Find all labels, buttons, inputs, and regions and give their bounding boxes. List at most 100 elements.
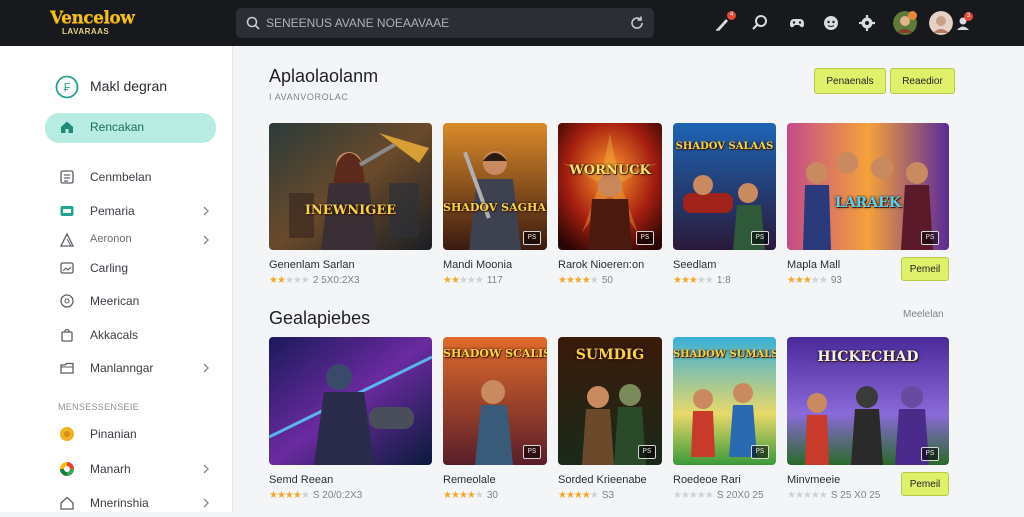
game-rating: ★★★★★ 2 5X0:2X3 — [269, 275, 360, 286]
game-rating: ★★★★★ 1:8 — [673, 275, 731, 286]
game-thumbnail[interactable]: SUMDIG PS — [558, 337, 662, 465]
sidebar-item-rencakan[interactable]: Rencakan — [45, 113, 216, 143]
sidebar-item-label: Pinanian — [90, 427, 137, 441]
coin-icon — [60, 427, 74, 441]
rating-stars: ★★★★★ — [558, 490, 599, 501]
review-count: S 25 X0 25 — [830, 490, 881, 501]
rating-stars: ★★★★★ — [443, 275, 484, 286]
game-title: Seedlam — [673, 259, 717, 271]
platform-badge: PS — [921, 447, 939, 461]
sidebar-item-label: Pemaria — [90, 204, 135, 218]
app-logo[interactable]: Vencelow LAVARAAS — [50, 8, 136, 38]
user-status-badge — [908, 11, 917, 20]
game-rating: ★★★★★ 50 — [558, 275, 613, 286]
game-title: Remeolale — [443, 474, 496, 486]
game-thumbnail-title: HICKECHAD — [817, 349, 919, 365]
folder-icon — [60, 362, 74, 374]
sidebar-item-pemaria[interactable]: Pemaria — [45, 197, 225, 225]
sidebar-item-label: Meerican — [90, 294, 140, 308]
game-thumbnail[interactable]: HICKECHAD PS — [787, 337, 949, 465]
logo-subtext: LAVARAAS — [62, 27, 110, 36]
triangle-icon — [59, 232, 75, 247]
bag-icon — [61, 328, 73, 342]
rating-stars: ★★★★★ — [673, 275, 714, 286]
logo-text: Vencelow — [50, 8, 135, 28]
sidebar-heading-label: Makl degran — [90, 78, 168, 94]
game-thumbnail[interactable]: WORNUCK PS — [558, 123, 662, 250]
sidebar: ₣ Makl degran Rencakan Cenmbelan Pemaria… — [0, 46, 233, 512]
section-title: Gealapiebes — [269, 308, 371, 328]
rating-stars: ★★★★★ — [443, 490, 484, 501]
sidebar-item-label: Cenmbelan — [90, 170, 152, 184]
review-count: 93 — [830, 275, 842, 286]
sidebar-item-akkacals[interactable]: Akkacals — [45, 321, 225, 349]
game-thumbnail-title: LARAEK — [834, 195, 902, 211]
search-bar[interactable] — [236, 8, 654, 38]
sidebar-item-manarh[interactable]: Manarh — [45, 455, 225, 483]
platform-badge: PS — [523, 231, 541, 245]
review-count: 30 — [486, 490, 498, 501]
controller-icon[interactable] — [787, 13, 807, 33]
game-thumbnail[interactable]: SHADOV SALAAS PS — [673, 123, 776, 250]
emoji-icon[interactable] — [821, 13, 841, 33]
game-title: Semd Reean — [269, 474, 334, 486]
sidebar-item-label: Manlanngar — [90, 361, 154, 375]
game-rating: ★★★★★ S 25 X0 25 — [787, 490, 880, 501]
game-title: Mapla Mall — [787, 259, 841, 271]
sidebar-item-cenmbelan[interactable]: Cenmbelan — [45, 163, 225, 191]
review-count: 2 5X0:2X3 — [312, 275, 360, 286]
game-rating: ★★★★★ 93 — [787, 275, 842, 286]
notification-badge: 4 — [727, 11, 736, 20]
dollar-circle-icon: ₣ — [55, 75, 79, 99]
game-thumbnail[interactable]: INEWNIGEE — [269, 123, 432, 250]
search-icon — [246, 16, 260, 30]
top-bar: Vencelow LAVARAAS 4 3 — [0, 0, 1024, 46]
game-rating: ★★★★★ 30 — [443, 490, 498, 501]
magnifier-icon[interactable] — [750, 13, 770, 33]
refresh-icon[interactable] — [629, 15, 645, 31]
filter-button[interactable]: Penaenals — [814, 68, 886, 94]
settings-icon[interactable] — [857, 13, 877, 33]
game-thumbnail[interactable]: SHADOV SAGHAES PS — [443, 123, 547, 250]
game-title: Roedeoe Rari — [673, 474, 741, 486]
play-button[interactable]: Pemeil — [901, 472, 949, 496]
sidebar-item-pinanian[interactable]: Pinanian — [45, 420, 225, 448]
game-title: Genenlam Sarlan — [269, 259, 355, 271]
game-thumbnail-title: SHADOW SUMALS — [673, 349, 776, 360]
sidebar-item-aeronon[interactable]: Aeronon — [45, 226, 225, 254]
game-thumbnail[interactable] — [269, 337, 432, 465]
game-thumbnail-title: WORNUCK — [569, 163, 651, 178]
rating-stars: ★★★★★ — [787, 490, 828, 501]
game-thumbnail-title: SUMDIG — [575, 347, 645, 363]
sidebar-item-carling[interactable]: Carling — [45, 254, 225, 282]
review-count: S3 — [601, 490, 615, 501]
sidebar-item-label: Manarh — [90, 462, 131, 476]
platform-badge: PS — [921, 231, 939, 245]
sidebar-item-mnerinshia[interactable]: Mnerinshia — [45, 489, 225, 517]
gamepad-icon — [60, 206, 74, 216]
game-thumbnail-title: SHADOW SCALIS — [443, 347, 547, 360]
see-all-link[interactable]: Meelelan — [903, 309, 944, 320]
profile-avatar[interactable] — [929, 11, 953, 35]
sidebar-item-manlanngar[interactable]: Manlanngar — [45, 354, 225, 382]
sort-button[interactable]: Reaedior — [890, 68, 955, 94]
chevron-right-icon — [203, 363, 209, 373]
chevron-right-icon — [203, 464, 209, 474]
chevron-right-icon — [203, 206, 209, 216]
google-icon — [60, 462, 74, 476]
sidebar-item-label: Mnerinshia — [90, 496, 149, 510]
game-thumbnail[interactable]: SHADOW SUMALS PS — [673, 337, 776, 465]
game-thumbnail[interactable]: SHADOW SCALIS PS — [443, 337, 547, 465]
home-outline-icon — [60, 496, 74, 510]
game-thumbnail[interactable]: LARAEK PS — [787, 123, 949, 250]
game-thumbnail-title: INEWNIGEE — [304, 203, 397, 218]
review-count: S 20X0 25 — [716, 490, 764, 501]
sidebar-heading[interactable]: ₣ Makl degran — [55, 75, 225, 101]
sidebar-item-meerican[interactable]: Meerican — [45, 287, 225, 315]
section-title: Aplaolaolanm — [269, 66, 379, 86]
image-icon — [60, 262, 74, 274]
review-count: 1:8 — [716, 275, 731, 286]
main-content: Aplaolaolanm I AVANVOROLAC Penaenals Rea… — [233, 46, 1024, 512]
search-input[interactable] — [266, 8, 606, 38]
play-button[interactable]: Pemeil — [901, 257, 949, 281]
